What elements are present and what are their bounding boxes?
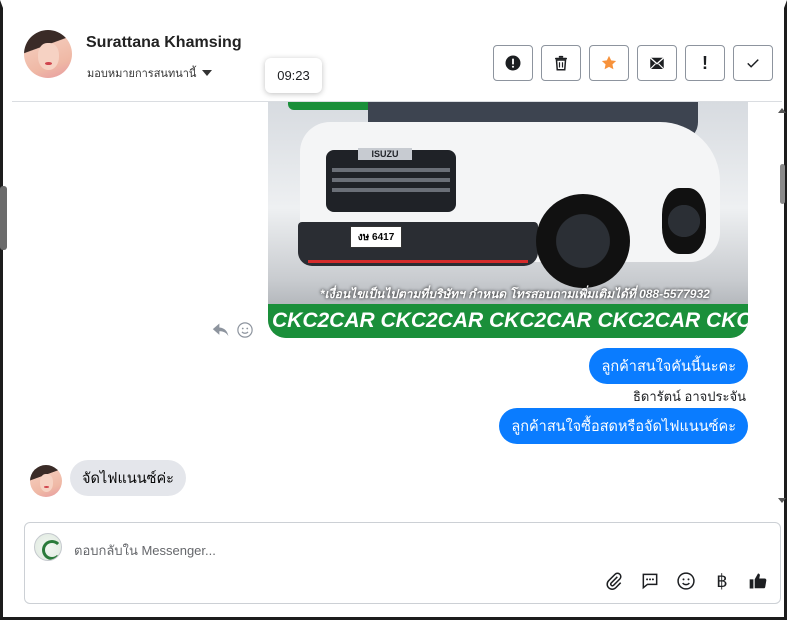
left-scrollbar-thumb[interactable] [0, 186, 7, 250]
outgoing-message[interactable]: ลูกค้าสนใจคันนี้นะคะ [589, 348, 748, 384]
delete-button[interactable] [541, 45, 581, 81]
contact-avatar[interactable] [24, 30, 72, 78]
reply-input[interactable]: ตอบกลับใน Messenger... [74, 540, 216, 561]
paperclip-icon [606, 572, 622, 590]
reply-icon[interactable] [211, 321, 231, 339]
check-icon [747, 59, 759, 68]
trash-icon [555, 55, 567, 71]
star-button[interactable] [589, 45, 629, 81]
brand-badge: ISUZU [358, 148, 412, 160]
composer-tools: ฿ [604, 571, 768, 591]
emoji-button[interactable] [676, 571, 696, 591]
outgoing-message[interactable]: ลูกค้าสนใจซื้อสดหรือจัดไฟแนนซ์คะ [499, 408, 748, 444]
header-actions: ! [493, 45, 773, 81]
thumbs-up-icon [749, 573, 767, 589]
payment-button[interactable]: ฿ [712, 571, 732, 591]
mark-spam-button[interactable] [493, 45, 533, 81]
page-avatar-icon [34, 533, 62, 561]
follow-up-button[interactable]: ! [685, 45, 725, 81]
star-icon [601, 55, 617, 70]
car-image-attachment[interactable]: ISUZU งษ 6417 *เงื่อนไขเป็นไปตามที่บริษั… [268, 102, 748, 338]
saved-reply-button[interactable] [640, 571, 660, 591]
mark-done-button[interactable] [733, 45, 773, 81]
incoming-message[interactable]: จัดไฟแนนซ์ค่ะ [70, 460, 186, 496]
chevron-down-icon [202, 70, 213, 76]
license-plate: งษ 6417 [350, 226, 402, 248]
react-emoji-icon[interactable] [236, 321, 254, 339]
mark-unread-button[interactable] [637, 45, 677, 81]
conversation-scrollbar-thumb[interactable] [780, 164, 785, 204]
exclamation-icon: ! [702, 52, 708, 73]
time-tooltip: 09:23 [265, 58, 322, 93]
emoji-icon [677, 572, 695, 590]
assign-conversation-dropdown[interactable]: มอบหมายการสนทนานี้ [87, 64, 213, 82]
conversation-header: Surattana Khamsing มอบหมายการสนทนานี้ ! [12, 8, 782, 102]
image-caption: *เงื่อนไขเป็นไปตามที่บริษัทฯ กำหนด โทรสอ… [320, 287, 710, 301]
sender-label: ธิดารัตน์ อาจประจัน [632, 389, 746, 404]
mail-icon [649, 57, 665, 70]
alert-circle-icon [505, 55, 521, 71]
attach-button[interactable] [604, 571, 624, 591]
saved-reply-icon [642, 573, 658, 590]
contact-name[interactable]: Surattana Khamsing [86, 34, 242, 52]
scroll-up-arrow[interactable] [778, 108, 786, 113]
assign-label: มอบหมายการสนทนานี้ [87, 68, 197, 80]
contact-avatar-small[interactable] [30, 465, 62, 497]
message-composer[interactable]: ตอบกลับใน Messenger... ฿ [24, 522, 781, 604]
baht-icon: ฿ [716, 570, 728, 591]
image-banner: CKC2CAR CKC2CAR CKC2CAR CKC2CAR CKC2CAR … [268, 304, 748, 338]
like-button[interactable] [748, 571, 768, 591]
scroll-down-arrow[interactable] [778, 498, 786, 503]
